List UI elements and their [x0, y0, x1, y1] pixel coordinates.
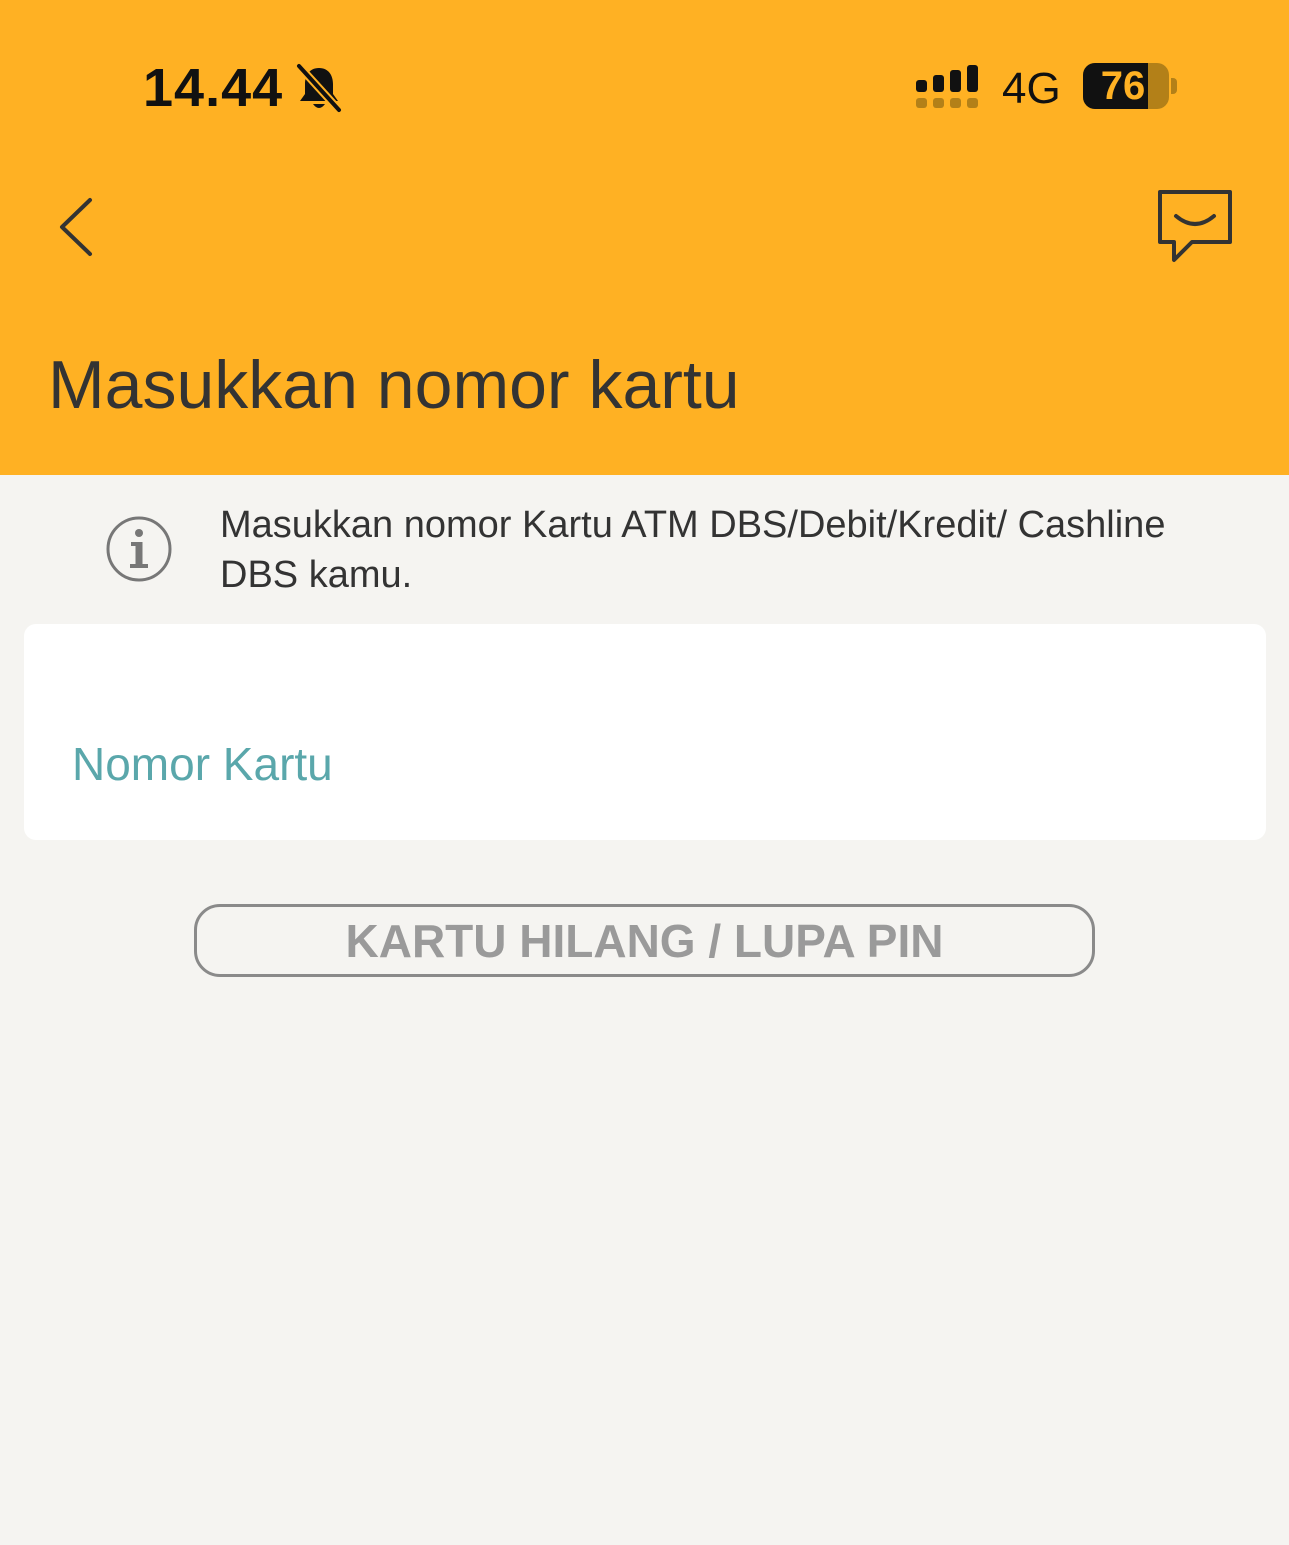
info-icon	[106, 516, 172, 582]
app-header: 14.44 4G 76 Masukkan nomor kartu	[0, 0, 1289, 475]
status-time: 14.44	[143, 58, 284, 118]
battery-percent: 76	[1100, 64, 1146, 108]
network-label: 4G	[1002, 64, 1061, 113]
card-number-placeholder: Nomor Kartu	[72, 738, 333, 790]
page-title: Masukkan nomor kartu	[48, 347, 740, 423]
battery-tip	[1171, 78, 1177, 94]
battery-indicator: 76	[1083, 63, 1169, 109]
signal-icon	[916, 65, 978, 108]
card-number-field[interactable]: Nomor Kartu	[24, 624, 1266, 840]
chevron-left-icon[interactable]	[52, 190, 112, 264]
lost-card-forgot-pin-button[interactable]: KARTU HILANG / LUPA PIN	[194, 904, 1095, 977]
info-text: Masukkan nomor Kartu ATM DBS/Debit/Kredi…	[220, 504, 1166, 596]
chat-bubble-icon[interactable]	[1152, 184, 1238, 268]
bell-off-icon	[295, 62, 343, 114]
